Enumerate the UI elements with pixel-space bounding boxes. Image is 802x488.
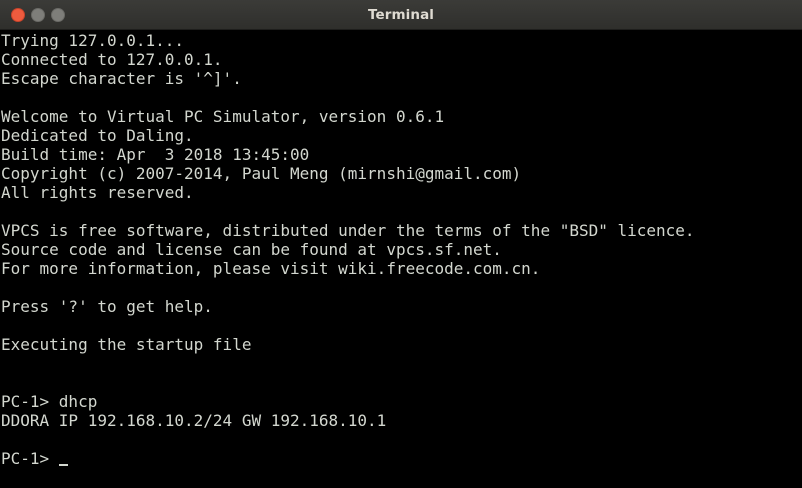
terminal-line: Build time: Apr 3 2018 13:45:00 bbox=[1, 145, 310, 164]
terminal-line: Trying 127.0.0.1... bbox=[1, 31, 185, 50]
terminal-window: Terminal Trying 127.0.0.1... Connected t… bbox=[0, 0, 802, 488]
terminal-line: For more information, please visit wiki.… bbox=[1, 259, 541, 278]
command-prompt: PC-1> bbox=[1, 449, 59, 468]
terminal-line: Press '?' to get help. bbox=[1, 297, 213, 316]
title-bar[interactable]: Terminal bbox=[0, 0, 802, 30]
terminal-line: Source code and license can be found at … bbox=[1, 240, 502, 259]
terminal-line: Escape character is '^]'. bbox=[1, 69, 242, 88]
terminal-line: All rights reserved. bbox=[1, 183, 194, 202]
text-cursor bbox=[58, 464, 69, 466]
window-title: Terminal bbox=[367, 7, 435, 23]
terminal-line: VPCS is free software, distributed under… bbox=[1, 221, 695, 240]
terminal-output[interactable]: Trying 127.0.0.1... Connected to 127.0.0… bbox=[0, 31, 802, 488]
command-prompt-line[interactable]: PC-1> bbox=[1, 449, 802, 468]
terminal-line: DDORA IP 192.168.10.2/24 GW 192.168.10.1 bbox=[1, 411, 387, 430]
terminal-line: PC-1> dhcp bbox=[1, 392, 98, 411]
terminal-line: Dedicated to Daling. bbox=[1, 126, 194, 145]
terminal-line: Executing the startup file bbox=[1, 335, 252, 354]
terminal-line: Welcome to Virtual PC Simulator, version… bbox=[1, 107, 445, 126]
terminal-line: Connected to 127.0.0.1. bbox=[1, 50, 223, 69]
terminal-line: Copyright (c) 2007-2014, Paul Meng (mirn… bbox=[1, 164, 522, 183]
